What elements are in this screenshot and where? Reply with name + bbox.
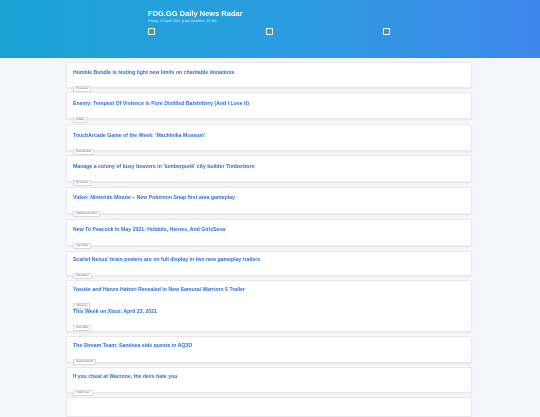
source-badge: PC Gamer [73, 180, 92, 186]
header-banner: FDG.GG Daily News Radar Friday, 23 April… [0, 0, 540, 58]
news-card: Manage a colony of busy beavers in 'lumb… [66, 155, 472, 186]
news-headline-link[interactable]: Video: Nintendo Minute – New Pokémon Sna… [73, 195, 235, 201]
news-item: If you cheat at Warzone, the devs hate y… [73, 374, 177, 398]
news-card: Video: Nintendo Minute – New Pokémon Sna… [66, 187, 472, 217]
news-card: Humble Bundle is testing tight new limit… [66, 62, 472, 92]
news-headline-link[interactable]: Enemy: Tempest Of Violence Is Pure Disti… [73, 101, 249, 107]
news-headline-link[interactable]: Scarlet Nexus' brain-powers are on full … [73, 257, 260, 263]
news-item: TouchArcade Game of the Week: 'Machinika… [73, 133, 205, 157]
news-item: The Stream Team: Sandsea side quests in … [73, 343, 192, 367]
news-card: If you cheat at Warzone, the devs hate y… [66, 367, 472, 396]
news-headline-link[interactable]: If you cheat at Warzone, the devs hate y… [73, 374, 177, 380]
source-badge: Xbox Wire [73, 325, 91, 331]
source-badge: GameZone [73, 273, 92, 279]
page-title: FDG.GG Daily News Radar [148, 9, 243, 18]
news-headline-link[interactable]: TouchArcade Game of the Week: 'Machinika… [73, 133, 205, 139]
filter-checkbox-2[interactable] [266, 28, 273, 35]
source-badge: VG247.com [73, 390, 93, 396]
news-card: Yasuke and Hanzo Hattori Revealed in New… [66, 280, 472, 332]
news-card [66, 397, 472, 417]
last-updated-text: Friday, 23 April 2021 (Last Updated: 22:… [148, 19, 217, 23]
source-badge: Destructoid PC [73, 359, 97, 365]
news-card: Enemy: Tempest Of Violence Is Pure Disti… [66, 92, 472, 123]
news-headline-link[interactable]: Humble Bundle is testing tight new limit… [73, 70, 234, 76]
news-headline-link[interactable]: This Week on Xbox: April 23, 2021 [73, 309, 157, 315]
news-item: Yasuke and Hanzo Hattori Revealed in New… [73, 287, 245, 311]
news-card: The Stream Team: Sandsea side quests in … [66, 336, 472, 365]
news-item: Manage a colony of busy beavers in 'lumb… [73, 164, 255, 188]
news-headline-link[interactable]: Yasuke and Hanzo Hattori Revealed in New… [73, 287, 245, 293]
filter-checkbox-3[interactable] [383, 28, 390, 35]
source-badge: GoNintendo Video [73, 211, 101, 217]
news-headline-link[interactable]: The Stream Team: Sandsea side quests in … [73, 343, 192, 349]
news-item: Video: Nintendo Minute – New Pokémon Sna… [73, 195, 235, 219]
news-headline-link[interactable]: New To Peacock In May 2021: Hobbits, Her… [73, 227, 225, 233]
news-item: Scarlet Nexus' brain-powers are on full … [73, 257, 260, 281]
news-item: This Week on Xbox: April 23, 2021 Xbox W… [73, 309, 157, 333]
filter-checkbox-1[interactable] [148, 28, 155, 35]
news-item: Humble Bundle is testing tight new limit… [73, 70, 234, 94]
source-badge: GameSpot [73, 243, 92, 249]
news-headline-link[interactable]: Manage a colony of busy beavers in 'lumb… [73, 164, 255, 170]
news-card: TouchArcade Game of the Week: 'Machinika… [66, 124, 472, 155]
news-card: New To Peacock In May 2021: Hobbits, Her… [66, 219, 472, 249]
news-item: Enemy: Tempest Of Violence Is Pure Disti… [73, 101, 249, 125]
source-badge: Kotaku [73, 117, 88, 123]
news-card: Scarlet Nexus' brain-powers are on full … [66, 251, 472, 279]
news-item: New To Peacock In May 2021: Hobbits, Her… [73, 227, 225, 251]
